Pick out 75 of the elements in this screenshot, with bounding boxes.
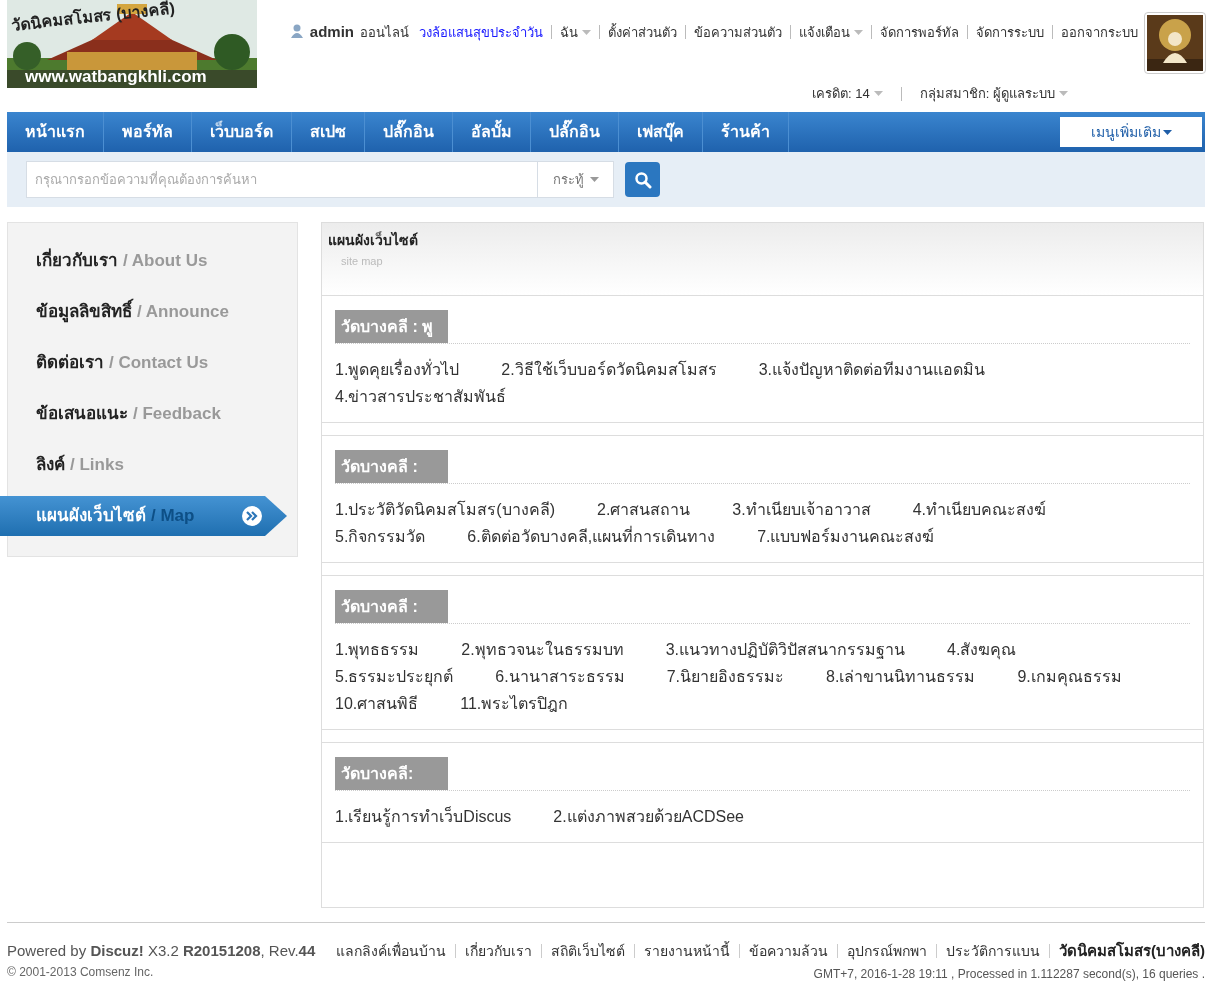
logo-url: www.watbangkhli.com: [25, 67, 207, 87]
section-heading: วัดบางคลี :: [335, 590, 448, 623]
stats-text: GMT+7, 2016-1-28 19:11 , Processed in 1.112287 second(s), 16 queries .: [813, 966, 1205, 983]
footer-link[interactable]: รายงานหน้านี้: [644, 941, 730, 961]
section-link[interactable]: 2.พุทธวจนะในธรรมบท: [461, 636, 624, 663]
online-status: ออนไลน์: [360, 25, 409, 40]
user-menu-link[interactable]: ข้อความส่วนตัว: [686, 15, 790, 50]
section-link[interactable]: 4.ทำเนียบคณะสงฆ์: [912, 496, 1047, 523]
caret-icon: [582, 30, 591, 35]
caret-icon: [589, 177, 599, 182]
section-link[interactable]: 4.ข่าวสารประชาสัมพันธ์: [335, 383, 507, 410]
section-link[interactable]: 3.แนวทางปฏิบัติวิปัสสนากรรมฐาน: [665, 636, 906, 663]
section-link[interactable]: 5.กิจกรรมวัด: [335, 523, 426, 550]
section-heading: วัดบางคลี :: [335, 450, 448, 483]
daily-wheel-link[interactable]: วงล้อแสนสุขประจำวัน: [419, 25, 543, 40]
user-menu-link[interactable]: จัดการพอร์ทัล: [872, 15, 967, 50]
search-button[interactable]: [625, 162, 660, 197]
username-link[interactable]: admin: [309, 23, 354, 40]
more-menu-button[interactable]: เมนูเพิ่มเติม: [1060, 117, 1202, 147]
user-menu-link[interactable]: จัดการระบบ: [968, 15, 1052, 50]
footer-link[interactable]: สถิติเว็บไซต์: [551, 941, 625, 961]
user-menu-link[interactable]: แจ้งเตือน: [791, 15, 871, 50]
section-link[interactable]: 2.แต่งภาพสวยด้วยACDSee: [553, 803, 744, 830]
avatar[interactable]: [1144, 12, 1206, 74]
section-link[interactable]: 3.แจ้งปัญหาติดต่อทีมงานแอดมิน: [758, 356, 986, 383]
section-heading: วัดบางคลี:: [335, 757, 448, 790]
double-chevron-icon: [241, 505, 263, 527]
section-link[interactable]: 7.นิยายอิงธรรมะ: [666, 663, 785, 690]
section-link[interactable]: 9.เกมคุณธรรม: [1017, 663, 1122, 690]
sidebar-item[interactable]: แผนผังเว็บไซต์ / Map: [0, 496, 287, 536]
user-menu-link[interactable]: ฉัน: [552, 15, 599, 50]
section-link[interactable]: 8.เล่าขานนิทานธรรม: [826, 663, 976, 690]
site-name-link[interactable]: วัดนิคมสโมสร(บางคลี): [1059, 941, 1205, 961]
logo-title: วัดนิคมสโมสร (บางคลี): [10, 0, 176, 36]
sidebar-item[interactable]: ข้อมูลลิขสิทธิ์ / Announce: [0, 286, 300, 337]
footer-link[interactable]: ข้อความล้วน: [749, 941, 828, 961]
user-info-link[interactable]: เครดิต: 14: [812, 84, 883, 104]
section-link[interactable]: 1.พุทธธรรม: [335, 636, 420, 663]
footer-link[interactable]: ประวัติการแบน: [946, 941, 1040, 961]
section-link[interactable]: 1.ประวัติวัดนิคมสโมสร(บางคลี): [335, 496, 555, 523]
search-field[interactable]: กรุณากรอกข้อความที่คุณต้องการค้นหา: [26, 161, 538, 198]
sidebar-item[interactable]: เกี่ยวกับเรา / About Us: [0, 235, 300, 286]
user-icon: [289, 24, 304, 38]
caret-icon: [1059, 91, 1068, 97]
sidebar-item[interactable]: ลิงค์ / Links: [0, 439, 300, 490]
section-link[interactable]: 2.ศาสนสถาน: [597, 496, 691, 523]
footer-link[interactable]: อุปกรณ์พกพา: [847, 941, 927, 961]
section-link[interactable]: 6.นานาสาระธรรม: [495, 663, 625, 690]
section-link[interactable]: 3.ทำเนียบเจ้าอาวาส: [732, 496, 871, 523]
section-link[interactable]: 6.ติดต่อวัดบางคลี,แผนที่การเดินทาง: [467, 523, 716, 550]
sidebar-item[interactable]: ติดต่อเรา / Contact Us: [0, 337, 300, 388]
page-subtitle: site map: [340, 254, 384, 269]
caret-icon: [1162, 129, 1172, 135]
footer-link[interactable]: แลกลิงค์เพื่อนบ้าน: [336, 941, 446, 961]
caret-icon: [873, 91, 883, 97]
user-menu-link[interactable]: ตั้งค่าส่วนตัว: [600, 15, 685, 50]
section-link[interactable]: 1.เรียนรู้การทำเว็บDiscus: [335, 803, 512, 830]
page-title: แผนผังเว็บไซต์: [328, 231, 419, 249]
section-heading: วัดบางคลี : พู: [335, 310, 448, 343]
section-link[interactable]: 5.ธรรมะประยุกต์: [335, 663, 454, 690]
section-link[interactable]: 10.ศาสนพิธี: [335, 690, 419, 717]
section-link[interactable]: 1.พูดคุยเรื่องทั่วไป: [335, 356, 460, 383]
sidebar-item[interactable]: ข้อเสนอแนะ / Feedback: [0, 388, 300, 439]
section-link[interactable]: 4.สังฆคุณ: [947, 636, 1017, 663]
footer-link[interactable]: เกี่ยวกับเรา: [465, 941, 532, 961]
scope-dropdown[interactable]: กระทู้: [538, 161, 614, 198]
section-link[interactable]: 7.แบบฟอร์มงานคณะสงฆ์: [757, 523, 935, 550]
search-icon: [633, 170, 652, 189]
section-link[interactable]: 11.พระไตรปิฎก: [460, 690, 569, 717]
user-menu-link[interactable]: ออกจากระบบ: [1053, 25, 1138, 40]
caret-icon: [854, 30, 863, 35]
section-link[interactable]: 2.วิธีใช้เว็บบอร์ดวัดนิคมสโมสร: [501, 356, 717, 383]
copyright-text: © 2001-2013 Comsenz Inc.: [7, 964, 155, 981]
user-info-link[interactable]: กลุ่มสมาชิก: ผู้ดูแลระบบ: [919, 84, 1068, 104]
powered-by-text: Powered by Discuz! X3.2 R20151208, Rev.44: [7, 941, 316, 961]
